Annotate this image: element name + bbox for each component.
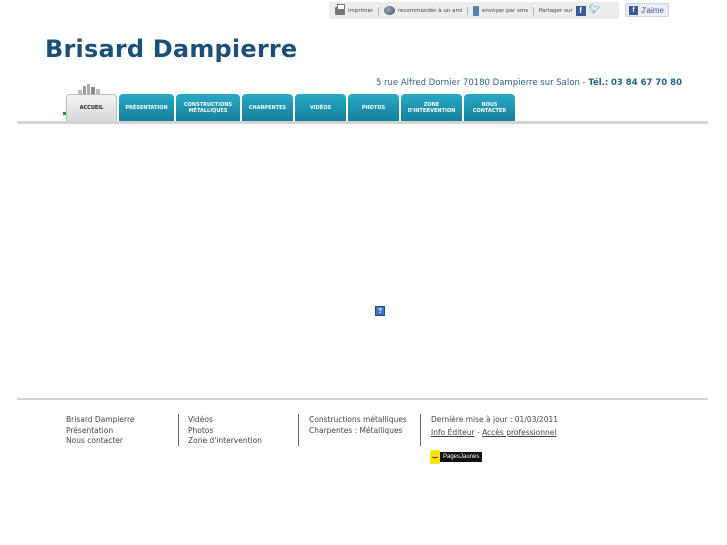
tab-charpentes[interactable]: CHARPENTES bbox=[242, 94, 293, 121]
footer-link-presentation[interactable]: Présentation bbox=[66, 426, 135, 437]
tab-videos[interactable]: VIDÉOS bbox=[295, 94, 346, 121]
footer-col-3: Constructions métalliques Charpentes : M… bbox=[309, 415, 407, 436]
footer-link-photos[interactable]: Photos bbox=[188, 426, 262, 437]
footer-col-4: Dernière mise à jour : 01/03/2011 Info É… bbox=[431, 415, 558, 438]
footer-separator bbox=[178, 414, 179, 446]
facebook-like-button[interactable]: f J'aime bbox=[625, 3, 669, 17]
pagesjaunes-label: PagesJaunes bbox=[440, 452, 483, 462]
footer-link-charpentes[interactable]: Charpentes : Métalliques bbox=[309, 426, 407, 437]
print-link[interactable]: imprimer bbox=[335, 3, 374, 15]
tab-presentation[interactable]: PRÉSENTATION bbox=[119, 94, 174, 121]
tab-accueil[interactable]: ACCUEIL bbox=[66, 94, 117, 121]
tab-constructions-metalliques[interactable]: CONSTRUCTIONS MÉTALLIQUES bbox=[176, 94, 240, 121]
tab-nous-contacter[interactable]: NOUS CONTACTER bbox=[464, 94, 515, 121]
footer-link-videos[interactable]: Vidéos bbox=[188, 415, 262, 426]
phone-number: 03 84 67 70 80 bbox=[611, 78, 682, 88]
footer-link-contact[interactable]: Nous contacter bbox=[66, 436, 135, 447]
footer-link-constructions[interactable]: Constructions métalliques bbox=[309, 415, 407, 426]
footer-separator bbox=[420, 414, 421, 446]
facebook-icon: f bbox=[629, 5, 638, 15]
printer-icon bbox=[335, 3, 345, 15]
pagesjaunes-badge[interactable]: ⌣ PagesJaunes bbox=[430, 449, 495, 465]
facebook-icon[interactable]: f bbox=[575, 5, 586, 16]
recommend-icon bbox=[383, 6, 395, 15]
share-label: Partager sur bbox=[538, 7, 573, 14]
last-update: Dernière mise à jour : 01/03/2011 bbox=[431, 415, 559, 424]
contact-line: 5 rue Alfred Dornier 70180 Dampierre sur… bbox=[376, 78, 682, 88]
share-group: Partager sur f 🐦︎ bbox=[538, 5, 600, 16]
nav-divider bbox=[17, 121, 708, 124]
smiley-icon: ⌣ bbox=[430, 450, 440, 464]
sms-link[interactable]: envoyer par sms bbox=[473, 5, 529, 16]
share-toolbar: imprimer | recommander à un ami | envoye… bbox=[329, 2, 619, 19]
twitter-icon[interactable]: 🐦︎ bbox=[589, 6, 600, 15]
address-text: 5 rue Alfred Dornier 70180 Dampierre sur… bbox=[375, 78, 580, 88]
site-title[interactable]: Brisard Dampierre bbox=[45, 35, 297, 63]
footer-links-row: Info Éditeur - Accès professionnel bbox=[431, 428, 558, 439]
like-label: J'aime bbox=[641, 5, 664, 15]
separator: | bbox=[466, 6, 470, 15]
separator: | bbox=[532, 6, 535, 15]
separator: | bbox=[377, 6, 380, 15]
footer-divider bbox=[17, 398, 708, 400]
tel-label: Tél.: bbox=[588, 78, 609, 88]
footer-col-2: Vidéos Photos Zone d'intervention bbox=[188, 415, 262, 447]
footer-col-1: Brisard Dampierre Présentation Nous cont… bbox=[66, 415, 135, 447]
sms-label: envoyer par sms bbox=[482, 7, 529, 14]
footer-separator bbox=[298, 414, 299, 446]
acces-pro-link[interactable]: Accès professionnel bbox=[482, 428, 556, 437]
tab-zone-intervention[interactable]: ZONE D'INTERVENTION bbox=[401, 94, 462, 121]
nav-marker bbox=[63, 112, 66, 115]
info-editeur-link[interactable]: Info Éditeur bbox=[431, 428, 475, 437]
footer-link-zone[interactable]: Zone d'intervention bbox=[188, 436, 262, 447]
print-label: imprimer bbox=[348, 7, 374, 14]
recommend-label: recommander à un ami bbox=[397, 7, 463, 14]
phone-icon bbox=[473, 5, 480, 16]
footer-link-home[interactable]: Brisard Dampierre bbox=[66, 415, 135, 426]
missing-plugin-icon[interactable]: ? bbox=[375, 306, 385, 316]
main-nav: ACCUEIL PRÉSENTATION CONSTRUCTIONS MÉTAL… bbox=[66, 94, 515, 121]
tab-photos[interactable]: PHOTOS bbox=[348, 94, 399, 121]
separator: - bbox=[476, 427, 480, 437]
recommend-link[interactable]: recommander à un ami bbox=[383, 6, 463, 15]
